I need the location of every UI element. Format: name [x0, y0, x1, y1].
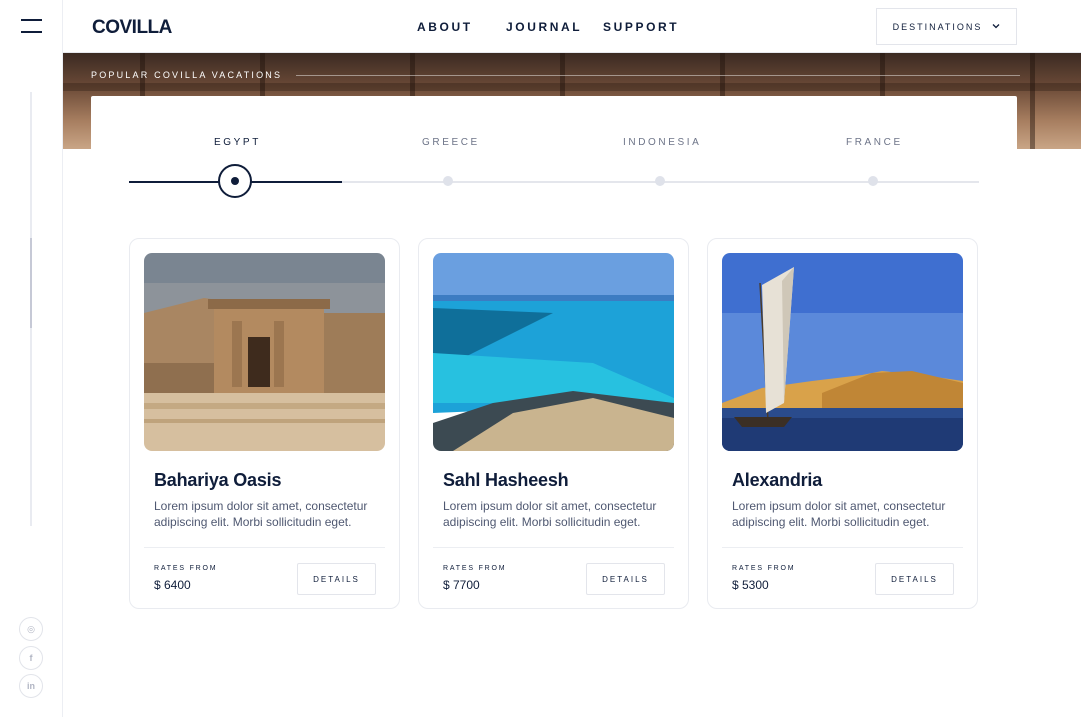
tab-dot-indonesia[interactable] [655, 176, 665, 186]
tab-greece[interactable]: GREECE [422, 137, 480, 148]
beach-photo [433, 253, 674, 451]
card-divider [722, 547, 963, 548]
details-button[interactable]: DETAILS [875, 563, 954, 595]
tab-indonesia[interactable]: INDONESIA [623, 137, 701, 148]
destination-card: Sahl Hasheesh Lorem ipsum dolor sit amet… [418, 238, 689, 609]
tab-france[interactable]: FRANCE [846, 137, 903, 148]
card-title: Bahariya Oasis [154, 470, 282, 490]
nav-support[interactable]: SUPPORT [603, 20, 679, 34]
tab-dot-greece[interactable] [443, 176, 453, 186]
facebook-icon[interactable]: f [19, 646, 43, 670]
nav-about[interactable]: ABOUT [417, 20, 473, 34]
rates-label: RATES FROM [154, 565, 218, 572]
hero-divider [296, 75, 1020, 76]
hamburger-menu-icon[interactable] [21, 19, 42, 33]
destinations-label: DESTINATIONS [892, 21, 983, 32]
card-price: $ 5300 [732, 578, 769, 592]
top-header: COVILLA ABOUT JOURNAL SUPPORT DESTINATIO… [63, 0, 1081, 53]
vacations-panel: EGYPT GREECE INDONESIA FRANCE Bahariya O… [91, 96, 1017, 636]
sailboat-photo [722, 253, 963, 451]
details-button[interactable]: DETAILS [586, 563, 665, 595]
rates-label: RATES FROM [443, 565, 507, 572]
destinations-dropdown[interactable]: DESTINATIONS [876, 8, 1017, 45]
card-price: $ 6400 [154, 578, 191, 592]
rates-label: RATES FROM [732, 565, 796, 572]
logo[interactable]: COVILLA [92, 17, 172, 39]
nav-journal[interactable]: JOURNAL [506, 20, 582, 34]
hero-label: POPULAR COVILLA VACATIONS [91, 70, 283, 80]
left-rail: ◎ f in [0, 0, 63, 717]
scroll-thumb[interactable] [30, 238, 32, 328]
tab-dot-france[interactable] [868, 176, 878, 186]
tab-egypt[interactable]: EGYPT [214, 137, 261, 148]
card-description: Lorem ipsum dolor sit amet, consectetur … [732, 499, 946, 529]
card-title: Alexandria [732, 470, 823, 490]
card-description: Lorem ipsum dolor sit amet, consectetur … [154, 499, 368, 529]
active-tab-marker[interactable] [218, 164, 252, 198]
card-divider [144, 547, 385, 548]
instagram-icon[interactable]: ◎ [19, 617, 43, 641]
card-title: Sahl Hasheesh [443, 470, 569, 490]
card-divider [433, 547, 674, 548]
card-description: Lorem ipsum dolor sit amet, consectetur … [443, 499, 657, 529]
destination-card: Bahariya Oasis Lorem ipsum dolor sit ame… [129, 238, 400, 609]
card-price: $ 7700 [443, 578, 480, 592]
temple-photo [144, 253, 385, 451]
details-button[interactable]: DETAILS [297, 563, 376, 595]
linkedin-icon[interactable]: in [19, 674, 43, 698]
destination-card: Alexandria Lorem ipsum dolor sit amet, c… [707, 238, 978, 609]
chevron-down-icon [992, 22, 1000, 31]
